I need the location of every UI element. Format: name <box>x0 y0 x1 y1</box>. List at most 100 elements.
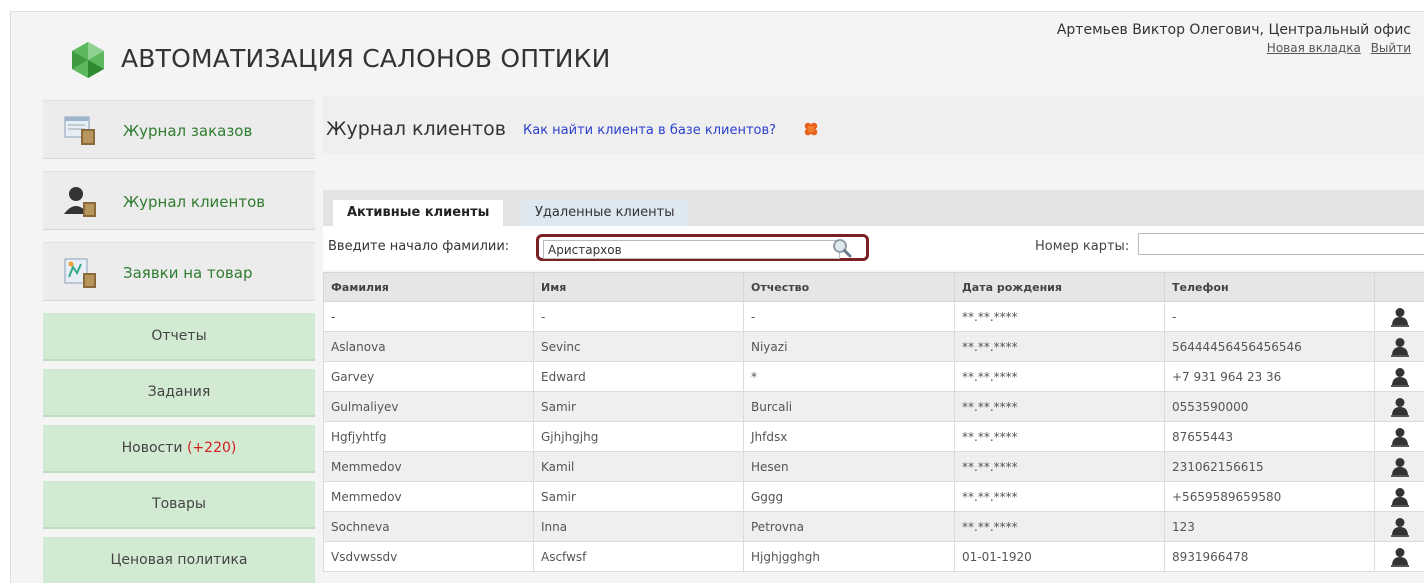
sidebar-item-goods[interactable]: Товары <box>43 481 315 529</box>
cell-actions <box>1375 422 1424 452</box>
column-header-phone[interactable]: Телефон <box>1165 273 1375 302</box>
client-card-icon[interactable] <box>1391 547 1409 567</box>
cell-surname: Aslanova <box>324 332 534 362</box>
title-bar: Журнал клиентов Как найти клиента в базе… <box>323 96 1424 154</box>
app-window: АВТОМАТИЗАЦИЯ САЛОНОВ ОПТИКИ Артемьев Ви… <box>10 11 1424 583</box>
news-count-badge: (+220) <box>187 440 236 456</box>
logo-icon <box>68 40 108 80</box>
cell-birthdate: **.**.**** <box>955 452 1165 482</box>
sidebar: Журнал заказов Журнал клиентов Заявки на… <box>43 100 315 583</box>
cell-surname: Sochneva <box>324 512 534 542</box>
surname-search-label: Введите начало фамилии: <box>328 239 509 254</box>
main-content: Журнал клиентов Как найти клиента в базе… <box>323 96 1424 583</box>
client-card-icon[interactable] <box>1391 367 1409 387</box>
cell-actions <box>1375 452 1424 482</box>
cell-name: Edward <box>534 362 744 392</box>
cell-phone: +7 931 964 23 36 <box>1165 362 1375 392</box>
client-card-icon[interactable] <box>1391 337 1409 357</box>
cell-birthdate: **.**.**** <box>955 482 1165 512</box>
cell-actions <box>1375 482 1424 512</box>
sidebar-item-reports-label: Отчеты <box>151 328 206 344</box>
table-row[interactable]: HgfjyhtfgGjhjhgjhgJhfdsx**.**.****876554… <box>324 422 1424 452</box>
table-row[interactable]: MemmedovKamilHesen**.**.****231062156615 <box>324 452 1424 482</box>
column-header-name[interactable]: Имя <box>534 273 744 302</box>
tab-active-clients[interactable]: Активные клиенты <box>333 200 503 226</box>
table-body: ---**.**.****-AslanovaSevincNiyazi**.**.… <box>324 302 1424 572</box>
table-row[interactable]: GulmaliyevSamirBurcali**.**.****05535900… <box>324 392 1424 422</box>
client-card-icon[interactable] <box>1391 457 1409 477</box>
new-tab-link[interactable]: Новая вкладка <box>1267 41 1361 55</box>
client-card-icon[interactable] <box>1391 427 1409 447</box>
sidebar-item-news[interactable]: Новости (+220) <box>43 425 315 473</box>
sidebar-item-tasks-label: Задания <box>148 384 211 400</box>
help-link[interactable]: Как найти клиента в базе клиентов? <box>523 123 776 138</box>
column-header-surname[interactable]: Фамилия <box>324 273 534 302</box>
help-puzzle-icon[interactable] <box>803 121 819 137</box>
sidebar-item-goods-label: Товары <box>152 496 206 512</box>
tabs-bar: Активные клиенты Удаленные клиенты <box>323 190 1424 226</box>
sidebar-item-tasks[interactable]: Задания <box>43 369 315 417</box>
cell-patronymic: Hesen <box>744 452 955 482</box>
cell-phone: - <box>1165 302 1375 332</box>
cell-surname: Vsdvwssdv <box>324 542 534 572</box>
cell-actions <box>1375 542 1424 572</box>
cell-name: Gjhjhgjhg <box>534 422 744 452</box>
column-header-patronymic[interactable]: Отчество <box>744 273 955 302</box>
clients-table: Фамилия Имя Отчество Дата рождения Телеф… <box>323 272 1424 572</box>
cell-name: Sevinc <box>534 332 744 362</box>
sidebar-item-pricing[interactable]: Ценовая политика <box>43 537 315 583</box>
user-name: Артемьев Виктор Олегович, Центральный оф… <box>1057 22 1411 38</box>
cell-patronymic: Niyazi <box>744 332 955 362</box>
cell-surname: Memmedov <box>324 452 534 482</box>
table-row[interactable]: SochnevaInnaPetrovna**.**.****123 <box>324 512 1424 542</box>
client-card-icon[interactable] <box>1391 487 1409 507</box>
table-row[interactable]: VsdvwssdvAscfwsfHjghjgghgh01-01-19208931… <box>324 542 1424 572</box>
cell-actions <box>1375 392 1424 422</box>
table-header-row: Фамилия Имя Отчество Дата рождения Телеф… <box>324 273 1424 302</box>
cell-phone: 87655443 <box>1165 422 1375 452</box>
cell-name: Inna <box>534 512 744 542</box>
sidebar-item-news-label: Новости <box>122 440 183 456</box>
cell-phone: 0553590000 <box>1165 392 1375 422</box>
cell-actions <box>1375 332 1424 362</box>
cell-birthdate: **.**.**** <box>955 512 1165 542</box>
cell-patronymic: Hjghjgghgh <box>744 542 955 572</box>
sidebar-item-orders[interactable]: Журнал заказов <box>43 100 315 159</box>
cell-phone: +5659589659580 <box>1165 482 1375 512</box>
cell-surname: - <box>324 302 534 332</box>
cell-patronymic: - <box>744 302 955 332</box>
cell-birthdate: 01-01-1920 <box>955 542 1165 572</box>
client-card-icon[interactable] <box>1391 397 1409 417</box>
table-row[interactable]: AslanovaSevincNiyazi**.**.****5644445645… <box>324 332 1424 362</box>
cell-actions <box>1375 362 1424 392</box>
cell-surname: Memmedov <box>324 482 534 512</box>
column-header-actions <box>1375 273 1424 302</box>
cell-phone: 8931966478 <box>1165 542 1375 572</box>
card-number-input[interactable] <box>1138 233 1424 255</box>
sidebar-item-clients[interactable]: Журнал клиентов <box>43 171 315 230</box>
card-number-label: Номер карты: <box>1035 239 1129 254</box>
cell-patronymic: Jhfdsx <box>744 422 955 452</box>
column-header-birthdate[interactable]: Дата рождения <box>955 273 1165 302</box>
cell-birthdate: **.**.**** <box>955 392 1165 422</box>
table-row[interactable]: GarveyEdward***.**.****+7 931 964 23 36 <box>324 362 1424 392</box>
search-icon[interactable] <box>832 238 852 258</box>
logout-link[interactable]: Выйти <box>1371 41 1411 55</box>
sidebar-item-clients-label: Журнал клиентов <box>123 193 265 211</box>
surname-search-input[interactable] <box>543 240 840 259</box>
cell-surname: Garvey <box>324 362 534 392</box>
client-card-icon[interactable] <box>1391 517 1409 537</box>
search-box <box>536 234 869 261</box>
sidebar-item-requests[interactable]: Заявки на товар <box>43 242 315 301</box>
client-card-icon[interactable] <box>1391 307 1409 327</box>
sidebar-item-reports[interactable]: Отчеты <box>43 313 315 361</box>
tab-deleted-clients[interactable]: Удаленные клиенты <box>521 200 689 226</box>
table-row[interactable]: ---**.**.****- <box>324 302 1424 332</box>
sidebar-item-orders-label: Журнал заказов <box>123 122 252 140</box>
cell-actions <box>1375 302 1424 332</box>
cell-surname: Hgfjyhtfg <box>324 422 534 452</box>
cell-name: - <box>534 302 744 332</box>
cell-birthdate: **.**.**** <box>955 302 1165 332</box>
table-row[interactable]: MemmedovSamirGggg**.**.****+565958965958… <box>324 482 1424 512</box>
cell-phone: 231062156615 <box>1165 452 1375 482</box>
